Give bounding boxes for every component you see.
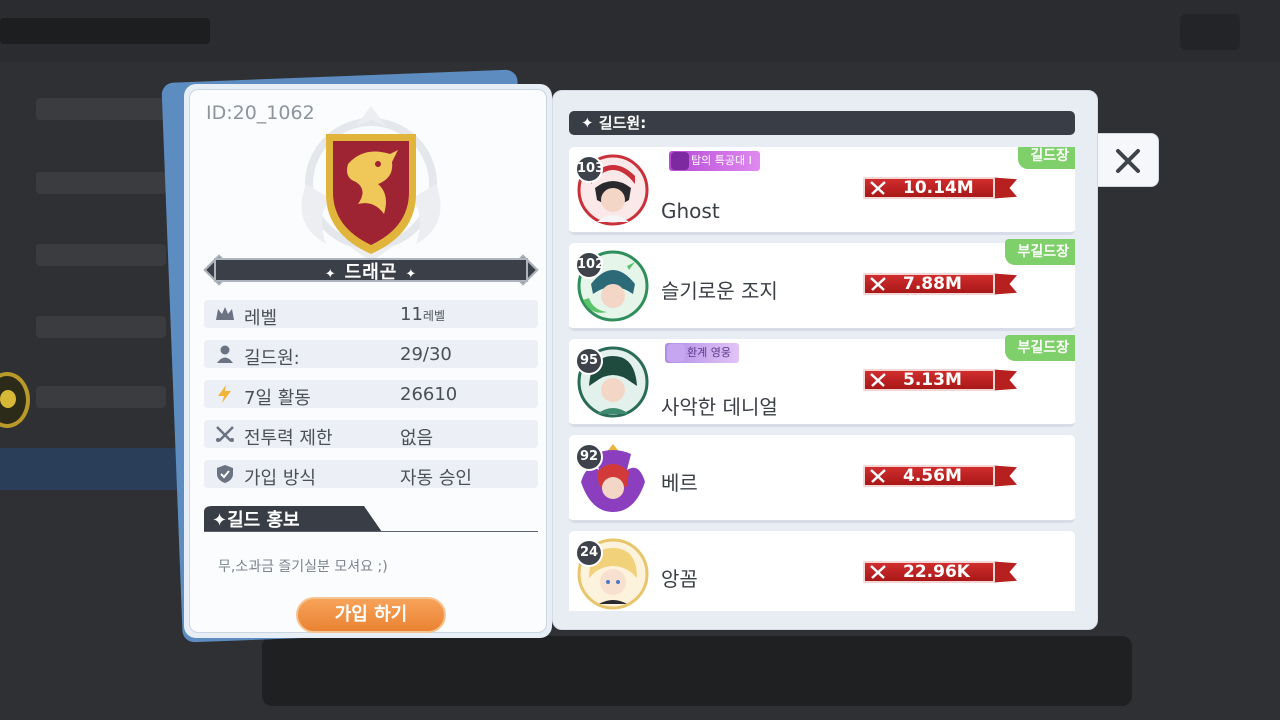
sidebar-background	[0, 80, 180, 500]
promo-title-text: 길드 홍보	[227, 510, 300, 531]
info-row-members: 길드원: 29/30	[204, 340, 538, 369]
top-right-button	[1180, 14, 1240, 50]
title-emblem-icon	[667, 344, 685, 362]
guild-name: 드래곤	[344, 262, 398, 283]
sidebar-item	[36, 386, 166, 408]
level-badge: 95	[575, 347, 603, 375]
combat-power: 10.14M	[863, 175, 1023, 201]
members-header: ✦ 길드원:	[569, 111, 1075, 135]
close-button[interactable]	[1097, 133, 1159, 187]
info-value: 29/30	[400, 344, 452, 365]
title-text: 탑의 특공대 I	[691, 154, 752, 167]
promo-title: ✦길드 홍보	[212, 506, 300, 532]
member-row[interactable]: 92 베르 4.56M	[569, 435, 1075, 523]
level-badge: 102	[575, 251, 604, 279]
crossed-swords-icon	[870, 277, 886, 291]
member-row[interactable]: 95 환계 영웅 사악한 데니얼 5.13M 부길드장	[569, 335, 1075, 427]
promo-text: 무,소과금 즐기실분 모셔요 ;)	[218, 559, 388, 575]
join-button[interactable]: 가입 하기	[296, 597, 446, 633]
guild-info-card: ID:20_1062 ✦ 드래곤 ✦ 레벨 11레벨 길드원: 29/30 7일…	[184, 84, 552, 638]
power-value: 10.14M	[903, 178, 974, 198]
top-title-placeholder	[0, 18, 210, 44]
member-name: 앙꼼	[661, 567, 698, 591]
member-row[interactable]: 102 슬기로운 조지 7.88M 부길드장	[569, 239, 1075, 331]
power-value: 5.13M	[903, 370, 962, 390]
combat-power: 22.96K	[863, 559, 1023, 585]
power-value: 4.56M	[903, 466, 962, 486]
info-label: 길드원:	[244, 348, 300, 369]
level-badge: 24	[575, 539, 603, 567]
info-label: 가입 방식	[244, 468, 316, 489]
rank-badge: 부길드장	[1005, 335, 1075, 361]
members-header-text: 길드원:	[598, 114, 647, 132]
power-value: 22.96K	[903, 562, 970, 582]
crossed-swords-icon	[870, 181, 886, 195]
close-icon	[1116, 149, 1140, 173]
info-row-join-method: 가입 방식 자동 승인	[204, 460, 538, 489]
sidebar-item	[36, 316, 166, 338]
info-value: 자동 승인	[400, 468, 472, 489]
level-badge: 103	[575, 155, 604, 183]
members-panel: ✦ 길드원: 103 탑의 특공대 I Ghost 10.14M 길드장 102…	[552, 90, 1098, 630]
rank-badge: 부길드장	[1005, 239, 1075, 265]
star-icon: ✦	[212, 510, 228, 531]
sidebar-item	[36, 98, 166, 120]
power-value: 7.88M	[903, 274, 962, 294]
info-row-activity: 7일 활동 26610	[204, 380, 538, 409]
person-icon	[214, 344, 236, 364]
info-row-power-limit: 전투력 제한 없음	[204, 420, 538, 449]
crossed-swords-icon	[870, 469, 886, 483]
title-text: 환계 영웅	[687, 346, 731, 359]
member-name: 베르	[661, 471, 698, 495]
combat-power: 4.56M	[863, 463, 1023, 489]
level-badge: 92	[575, 443, 603, 471]
lightning-icon	[214, 384, 236, 404]
combat-power: 5.13M	[863, 367, 1023, 393]
title-badge: 탑의 특공대 I	[669, 151, 760, 171]
crossed-swords-icon	[870, 565, 886, 579]
dragon-shield-icon	[301, 106, 441, 262]
title-emblem-icon	[671, 152, 689, 170]
info-label: 레벨	[244, 308, 278, 329]
member-name: 사악한 데니얼	[661, 395, 778, 419]
member-name: Ghost	[661, 199, 720, 223]
sidebar-item	[36, 244, 166, 266]
member-row[interactable]: 24 앙꼼 22.96K	[569, 531, 1075, 611]
crossed-swords-icon	[214, 424, 236, 444]
info-label: 7일 활동	[244, 388, 311, 409]
combat-power: 7.88M	[863, 271, 1023, 297]
level-value: 11	[400, 304, 423, 325]
title-badge: 환계 영웅	[665, 343, 739, 363]
guild-emblem	[286, 104, 456, 264]
star-icon: ✦	[324, 267, 337, 282]
star-icon: ✦	[405, 267, 418, 282]
member-row[interactable]: 103 탑의 특공대 I Ghost 10.14M 길드장	[569, 147, 1075, 235]
rank-badge: 길드장	[1018, 147, 1075, 169]
info-value: 없음	[400, 428, 434, 449]
info-value: 11레벨	[400, 304, 445, 325]
level-unit: 레벨	[422, 309, 445, 323]
crossed-swords-icon	[870, 373, 886, 387]
shield-check-icon	[214, 464, 236, 484]
sidebar-selected-item	[0, 448, 180, 490]
member-name: 슬기로운 조지	[661, 279, 778, 303]
divider	[204, 531, 538, 532]
crown-icon	[214, 304, 236, 324]
star-icon: ✦	[581, 114, 599, 132]
sidebar-item	[36, 172, 166, 194]
member-list[interactable]: 103 탑의 특공대 I Ghost 10.14M 길드장 102 슬기로운 조…	[569, 147, 1075, 611]
info-label: 전투력 제한	[244, 428, 333, 449]
info-value: 26610	[400, 384, 458, 405]
info-row-level: 레벨 11레벨	[204, 300, 538, 329]
guild-name-banner: ✦ 드래곤 ✦	[203, 254, 539, 286]
bottom-button-background	[262, 636, 1132, 706]
